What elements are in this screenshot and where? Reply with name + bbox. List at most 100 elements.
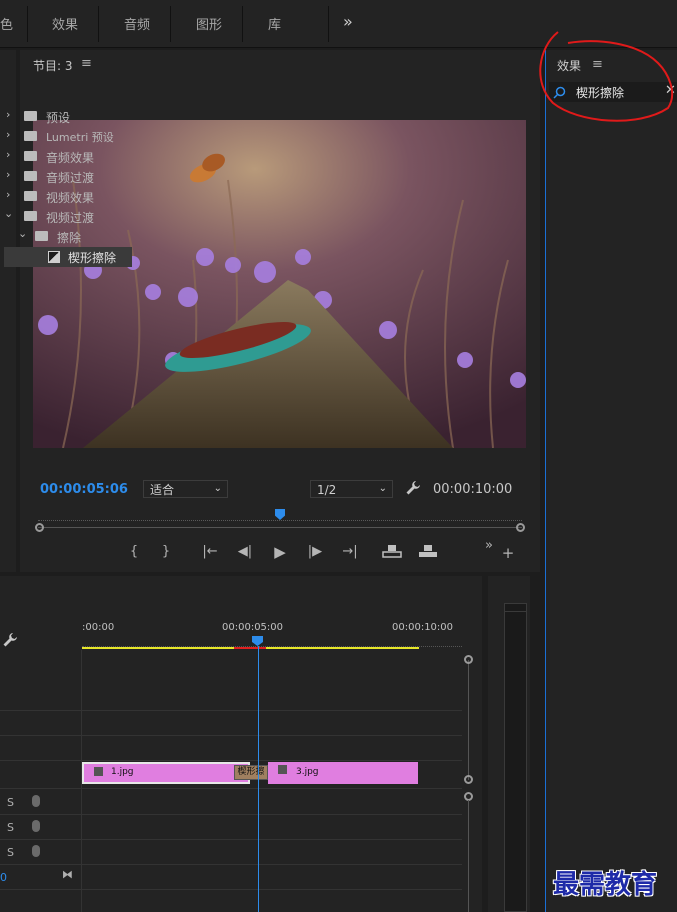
current-timecode[interactable]: 00:00:05:06 bbox=[40, 482, 128, 497]
tree-item-label: 音频效果 bbox=[46, 151, 95, 165]
chevron-right-icon: › bbox=[6, 108, 11, 121]
resolution-value: 1/2 bbox=[317, 483, 337, 497]
tree-item-video-effects[interactable]: › 视频效果 bbox=[0, 187, 132, 207]
folder-icon bbox=[24, 211, 37, 221]
solo-button[interactable]: S bbox=[7, 846, 14, 859]
track-divider bbox=[0, 864, 462, 865]
scroll-handle-top[interactable] bbox=[464, 655, 473, 664]
tree-item-wipe[interactable]: ⌄ 擦除 bbox=[0, 227, 132, 247]
chevron-down-icon: ⌄ bbox=[378, 483, 387, 494]
extract-icon[interactable] bbox=[418, 544, 438, 559]
chevron-right-icon: › bbox=[6, 168, 11, 181]
scrollbar-track[interactable] bbox=[468, 660, 469, 780]
track-divider bbox=[0, 760, 462, 761]
track-divider bbox=[0, 814, 462, 815]
audio-meter bbox=[504, 603, 527, 912]
solo-button[interactable]: S bbox=[7, 821, 14, 834]
folder-icon bbox=[24, 171, 37, 181]
playhead-line bbox=[258, 646, 259, 912]
chevron-right-icon: › bbox=[6, 128, 11, 141]
master-value[interactable]: 0 bbox=[0, 871, 7, 884]
scroll-handle-bottom[interactable] bbox=[464, 775, 473, 784]
monitor-title[interactable]: 节目: 3 bbox=[33, 57, 73, 74]
chevron-right-icon: › bbox=[6, 188, 11, 201]
meter-peak bbox=[504, 603, 527, 612]
workspace-tab-color[interactable]: 色 bbox=[0, 14, 13, 33]
tree-item-label: Lumetri 预设 bbox=[46, 131, 114, 144]
menu-divider bbox=[27, 6, 28, 42]
tree-item-lumetri-presets[interactable]: › Lumetri 预设 bbox=[0, 127, 132, 147]
monitor-scrub-track[interactable] bbox=[38, 527, 522, 528]
clip-3[interactable]: 3.jpg bbox=[268, 762, 418, 784]
mic-icon[interactable] bbox=[32, 845, 40, 857]
ruler-label: 00:00:10:00 bbox=[392, 622, 454, 633]
wrench-icon[interactable] bbox=[405, 480, 421, 496]
clip-label: 1.jpg bbox=[111, 767, 134, 777]
more-controls-icon[interactable]: » bbox=[479, 538, 499, 553]
mic-icon[interactable] bbox=[32, 820, 40, 832]
mic-icon[interactable] bbox=[32, 795, 40, 807]
mark-in-icon[interactable]: { bbox=[124, 544, 144, 559]
clip-fx-icon bbox=[94, 767, 103, 776]
folder-icon bbox=[24, 151, 37, 161]
preset-folder-icon bbox=[24, 111, 37, 121]
tree-item-presets[interactable]: › 预设 bbox=[0, 107, 132, 127]
effects-panel bbox=[545, 50, 677, 912]
workspace-tab-audio[interactable]: 音频 bbox=[124, 14, 150, 33]
tree-item-label: 擦除 bbox=[57, 231, 82, 245]
ruler-label: :00:00 bbox=[82, 622, 115, 633]
scrollbar-track-audio[interactable] bbox=[468, 800, 469, 912]
tree-item-audio-transitions[interactable]: › 音频过渡 bbox=[0, 167, 132, 187]
folder-icon bbox=[35, 231, 48, 241]
chevron-down-icon: ⌄ bbox=[18, 227, 28, 240]
folder-icon bbox=[24, 191, 37, 201]
add-button-icon[interactable]: + bbox=[498, 544, 518, 562]
tree-item-label: 视频效果 bbox=[46, 191, 95, 205]
timeline-ruler[interactable] bbox=[82, 637, 462, 647]
tree-item-label: 楔形擦除 bbox=[68, 251, 117, 265]
workspace-tab-graphics[interactable]: 图形 bbox=[196, 14, 222, 33]
solo-button[interactable]: S bbox=[7, 796, 14, 809]
menu-divider bbox=[98, 6, 99, 42]
total-timecode: 00:00:10:00 bbox=[433, 482, 513, 497]
go-to-in-icon[interactable]: |← bbox=[200, 544, 220, 559]
step-back-icon[interactable]: ◀| bbox=[235, 544, 255, 559]
lift-icon[interactable] bbox=[382, 544, 402, 559]
watermark: 最需教育 bbox=[553, 870, 658, 900]
monitor-menu-icon[interactable]: ≡ bbox=[81, 56, 92, 71]
tree-item-wedge-wipe[interactable]: 楔形擦除 bbox=[4, 247, 132, 267]
zoom-select[interactable]: 适合 ⌄ bbox=[143, 480, 228, 498]
resolution-select[interactable]: 1/2 ⌄ bbox=[310, 480, 393, 498]
tree-item-video-transitions[interactable]: ⌄ 视频过渡 bbox=[0, 207, 132, 227]
transition-icon bbox=[48, 251, 60, 263]
play-icon[interactable]: ▶ bbox=[270, 543, 290, 561]
go-to-out-icon[interactable]: →| bbox=[340, 544, 360, 559]
track-divider bbox=[0, 710, 462, 711]
tree-item-label: 音频过渡 bbox=[46, 171, 95, 185]
clip-fx-icon bbox=[278, 765, 287, 774]
tree-item-label: 视频过渡 bbox=[46, 211, 95, 225]
workspace-tab-effects[interactable]: 效果 bbox=[52, 14, 78, 33]
track-divider bbox=[0, 839, 462, 840]
step-forward-icon[interactable]: |▶ bbox=[305, 544, 325, 559]
track-divider bbox=[0, 889, 462, 890]
ruler-label: 00:00:05:00 bbox=[222, 622, 284, 633]
transition-label: 楔形擦 bbox=[237, 767, 265, 777]
overflow-menu-icon[interactable]: » bbox=[343, 12, 353, 31]
workspace-tab-libraries[interactable]: 库 bbox=[268, 14, 281, 33]
transition-wedge-wipe[interactable]: 楔形擦 bbox=[234, 765, 268, 780]
zoom-value: 适合 bbox=[150, 483, 175, 497]
chevron-down-icon: ⌄ bbox=[213, 483, 222, 494]
tree-item-audio-effects[interactable]: › 音频效果 bbox=[0, 147, 132, 167]
scrub-end-handle[interactable] bbox=[516, 523, 525, 532]
menu-divider bbox=[242, 6, 243, 42]
timeline-wrench-icon[interactable] bbox=[2, 632, 18, 648]
track-divider bbox=[0, 788, 462, 789]
mark-out-icon[interactable]: } bbox=[156, 544, 176, 559]
track-divider bbox=[0, 735, 462, 736]
clip-1[interactable]: 1.jpg bbox=[82, 762, 250, 784]
scrub-start-handle[interactable] bbox=[35, 523, 44, 532]
menu-divider bbox=[328, 6, 329, 42]
menu-divider bbox=[170, 6, 171, 42]
collapse-icon[interactable]: ⧓ bbox=[62, 868, 73, 881]
